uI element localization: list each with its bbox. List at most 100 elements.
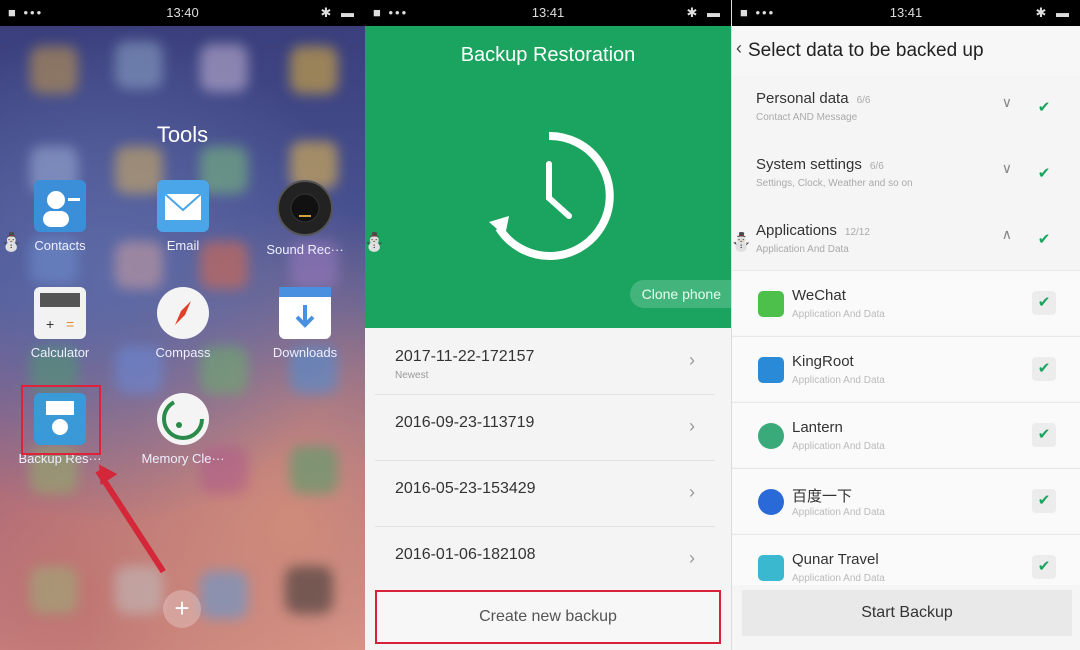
status-time: 13:40 bbox=[166, 5, 199, 20]
category-name: Personal data bbox=[756, 90, 849, 107]
checkmark-icon[interactable]: ✔ bbox=[1032, 291, 1056, 315]
status-right: ✱ ▬ bbox=[686, 5, 723, 20]
lantern-icon bbox=[758, 423, 784, 449]
status-right: ✱ ▬ bbox=[1035, 5, 1072, 20]
select-data-panel: ■ ••• 13:41 ✱ ▬ ‹ Select data to be back… bbox=[731, 0, 1080, 650]
category-desc: Settings, Clock, Weather and so on bbox=[756, 178, 913, 189]
svg-text:=: = bbox=[66, 316, 74, 332]
backup-restoration-panel: ■ ••• 13:41 ✱ ▬ ⛄ Backup Restoration Clo… bbox=[365, 0, 731, 650]
checkmark-icon[interactable]: ✔ bbox=[1032, 162, 1056, 186]
category-count: 12/12 bbox=[844, 227, 870, 238]
clone-phone-button[interactable]: Clone phone bbox=[629, 280, 731, 308]
checkmark-icon[interactable]: ✔ bbox=[1032, 423, 1056, 447]
clock-restore-icon bbox=[481, 128, 617, 269]
folder-title: Tools bbox=[156, 122, 209, 147]
app-label: Downloads bbox=[272, 345, 338, 360]
app-name: Lantern bbox=[792, 419, 843, 436]
app-desc: Application And Data bbox=[792, 573, 885, 584]
page-title: Backup Restoration bbox=[460, 44, 636, 66]
app-desc: Application And Data bbox=[792, 375, 885, 386]
calculator-icon: + = bbox=[34, 287, 86, 339]
add-app-button[interactable]: + bbox=[163, 590, 201, 628]
app-label: Compass bbox=[155, 345, 211, 360]
checkmark-icon[interactable]: ✔ bbox=[1032, 555, 1056, 579]
status-time: 13:41 bbox=[531, 5, 565, 20]
chevron-down-icon[interactable]: ∨ bbox=[1002, 160, 1012, 177]
checkmark-icon[interactable]: ✔ bbox=[1032, 228, 1056, 252]
create-backup-button[interactable]: Create new backup bbox=[375, 590, 721, 644]
chevron-down-icon[interactable]: ∨ bbox=[1002, 94, 1012, 111]
app-name: KingRoot bbox=[792, 353, 854, 370]
chevron-right-icon: › bbox=[689, 548, 695, 568]
start-backup-button[interactable]: Start Backup bbox=[742, 590, 1072, 636]
app-sound-recorder[interactable]: Sound Rec··· bbox=[255, 180, 355, 257]
chevron-right-icon: › bbox=[689, 482, 695, 502]
app-label: Sound Rec··· bbox=[266, 242, 344, 257]
page-title: Select data to be backed up bbox=[748, 40, 984, 61]
app-label: Memory Cle··· bbox=[141, 451, 225, 466]
status-bar: ■ ••• 13:41 ✱ ▬ bbox=[365, 0, 731, 26]
wechat-icon bbox=[758, 291, 784, 317]
backup-name: 2016-05-23-153429 bbox=[395, 480, 536, 497]
svg-text:+: + bbox=[46, 316, 54, 332]
backup-row[interactable]: 2017-11-22-172157 Newest › bbox=[375, 330, 715, 395]
app-name: Qunar Travel bbox=[792, 551, 879, 568]
app-desc: Application And Data bbox=[792, 507, 885, 518]
app-desc: Application And Data bbox=[792, 441, 885, 452]
baidu-paw-icon bbox=[758, 489, 784, 515]
backup-name: 2017-11-22-172157 bbox=[395, 348, 535, 365]
download-icon bbox=[279, 287, 331, 339]
app-downloads[interactable]: Downloads bbox=[255, 287, 355, 360]
backup-row[interactable]: 2016-01-06-182108 › bbox=[375, 528, 715, 592]
status-right: ✱ ▬ bbox=[320, 5, 357, 20]
backup-name: 2016-01-06-182108 bbox=[395, 546, 536, 563]
contacts-icon bbox=[34, 180, 86, 232]
back-icon[interactable]: ‹ bbox=[736, 38, 742, 59]
kingroot-icon bbox=[758, 357, 784, 383]
backup-row[interactable]: 2016-09-23-113719 › bbox=[375, 396, 715, 461]
category-count: 6/6 bbox=[856, 95, 871, 106]
email-icon bbox=[157, 180, 209, 232]
chevron-right-icon: › bbox=[689, 416, 695, 436]
category-name: System settings bbox=[756, 156, 862, 173]
app-calculator[interactable]: + = Calculator bbox=[10, 287, 110, 360]
memory-cleaner-icon bbox=[157, 393, 209, 445]
category-count: 6/6 bbox=[869, 161, 884, 172]
app-item-lantern[interactable]: Lantern Application And Data ✔ bbox=[732, 402, 1080, 467]
category-personal-data[interactable]: Personal data 6/6 Contact AND Message ∨ ✔ bbox=[732, 76, 1080, 142]
backup-name: 2016-09-23-113719 bbox=[395, 414, 535, 431]
app-desc: Application And Data bbox=[792, 309, 885, 320]
checkmark-icon[interactable]: ✔ bbox=[1032, 96, 1056, 120]
app-item-qunar[interactable]: Qunar Travel Application And Data ✔ bbox=[732, 534, 1080, 585]
chevron-up-icon[interactable]: ∧ bbox=[1002, 226, 1012, 243]
backup-sub: Newest bbox=[395, 370, 429, 381]
app-item-baidu[interactable]: 百度一下 Application And Data ✔ bbox=[732, 468, 1080, 533]
compass-icon bbox=[157, 287, 209, 339]
app-label: Contacts bbox=[34, 238, 86, 253]
category-desc: Contact AND Message bbox=[756, 112, 858, 123]
app-compass[interactable]: Compass bbox=[133, 287, 233, 360]
category-desc: Application And Data bbox=[756, 244, 849, 255]
category-applications[interactable]: Applications 12/12 Application And Data ∧… bbox=[732, 208, 1080, 274]
app-item-kingroot[interactable]: KingRoot Application And Data ✔ bbox=[732, 336, 1080, 401]
chevron-right-icon: › bbox=[689, 350, 695, 370]
app-memory-cleaner[interactable]: Memory Cle··· bbox=[133, 393, 233, 466]
category-name: Applications bbox=[756, 222, 837, 239]
checkmark-icon[interactable]: ✔ bbox=[1032, 489, 1056, 513]
app-name: WeChat bbox=[792, 287, 846, 304]
microphone-icon bbox=[277, 180, 333, 236]
status-bar: ■ ••• 13:40 ✱ ▬ bbox=[0, 0, 365, 26]
category-system-settings[interactable]: System settings 6/6 Settings, Clock, Weat… bbox=[732, 142, 1080, 208]
app-name: 百度一下 bbox=[792, 488, 853, 505]
checkmark-icon[interactable]: ✔ bbox=[1032, 357, 1056, 381]
qunar-icon bbox=[758, 555, 784, 581]
backup-row[interactable]: 2016-05-23-153429 › bbox=[375, 462, 715, 527]
status-time: 13:41 bbox=[889, 5, 923, 20]
page-header: ‹ Select data to be backed up bbox=[732, 26, 1080, 76]
app-email[interactable]: Email bbox=[133, 180, 233, 253]
app-contacts[interactable]: Contacts bbox=[10, 180, 110, 253]
app-label: Calculator bbox=[30, 345, 90, 360]
home-screen-panel: ■ ••• 13:40 ✱ ▬ ⛄ Tools Contacts Email S… bbox=[0, 0, 365, 650]
app-label: Email bbox=[166, 238, 200, 253]
app-item-wechat[interactable]: WeChat Application And Data ✔ bbox=[732, 270, 1080, 335]
